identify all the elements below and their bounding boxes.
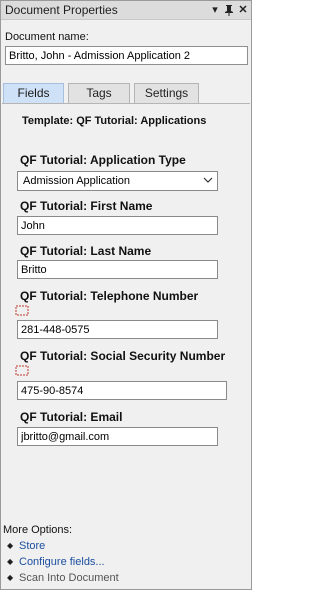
tab-settings[interactable]: Settings [134,83,199,103]
email-label: QF Tutorial: Email [20,410,123,424]
scan-into-document-option: ◆ Scan Into Document [7,571,119,585]
configure-fields-option[interactable]: ◆ Configure fields... [7,555,105,569]
last-name-label: QF Tutorial: Last Name [20,244,152,258]
telephone-label: QF Tutorial: Telephone Number [20,289,199,303]
panel-title: Document Properties [5,3,118,17]
store-link[interactable]: Store [19,540,45,552]
first-name-label: QF Tutorial: First Name [20,199,153,213]
template-label: Template: QF Tutorial: Applications [22,115,207,127]
telephone-input[interactable] [17,320,218,339]
document-name-input[interactable] [5,46,248,65]
first-name-input[interactable] [17,216,218,235]
scan-into-document-link: Scan Into Document [19,572,119,584]
tab-fields[interactable]: Fields [3,83,64,103]
tab-tags[interactable]: Tags [68,83,130,103]
chevron-down-icon [203,175,213,185]
application-type-value: Admission Application [23,175,131,187]
email-input[interactable] [17,427,218,446]
bullet-icon: ◆ [7,573,14,582]
application-type-select[interactable]: Admission Application [17,171,218,191]
bullet-icon: ◆ [7,557,14,566]
more-options-label: More Options: [3,524,73,536]
ssn-input[interactable] [17,381,227,400]
document-properties-panel: Document Properties ▾ ✕ Document name: F… [0,0,252,590]
application-type-label: QF Tutorial: Application Type [20,153,186,167]
store-option[interactable]: ◆ Store [7,539,45,553]
pin-icon[interactable] [223,3,235,17]
close-icon[interactable]: ✕ [237,3,249,17]
document-name-label: Document name: [5,31,89,43]
panel-menu-icon[interactable]: ▾ [209,3,221,17]
field-placeholder-icon [15,365,29,376]
ssn-label: QF Tutorial: Social Security Number [20,349,226,363]
panel-titlebar: Document Properties ▾ ✕ [1,1,251,20]
bullet-icon: ◆ [7,541,14,550]
configure-fields-link[interactable]: Configure fields... [19,556,105,568]
last-name-input[interactable] [17,260,218,279]
field-placeholder-icon [15,305,29,316]
